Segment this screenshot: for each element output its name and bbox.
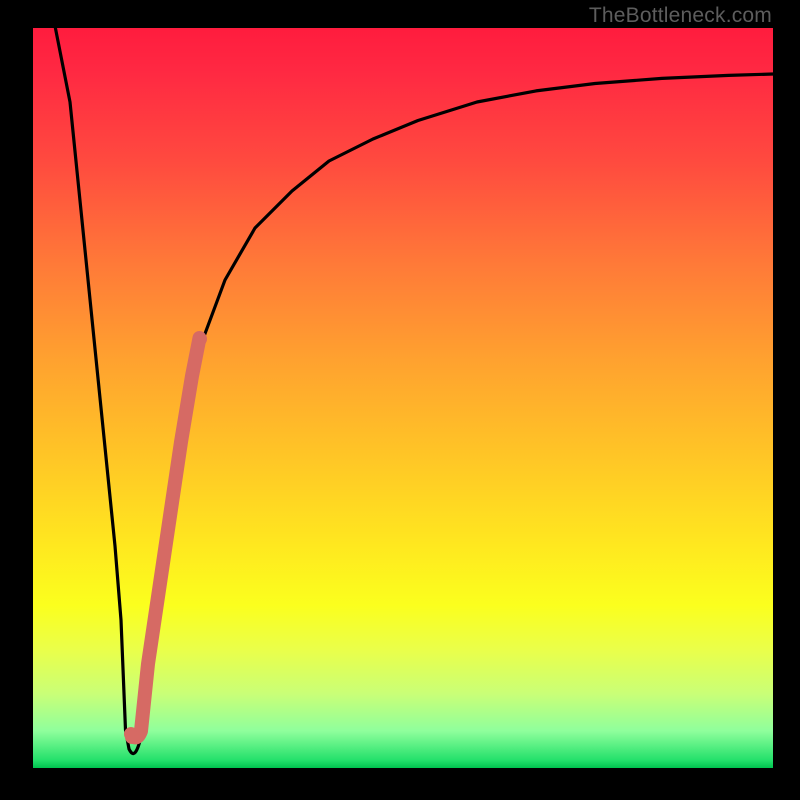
chart-frame: TheBottleneck.com [0,0,800,800]
chart-svg [33,28,773,768]
highlight-segment [131,338,200,737]
main-curve [55,26,773,754]
watermark-text: TheBottleneck.com [589,4,772,28]
plot-area [33,28,773,768]
highlight-endpoint [193,332,207,346]
highlight-endpoint [125,730,139,744]
